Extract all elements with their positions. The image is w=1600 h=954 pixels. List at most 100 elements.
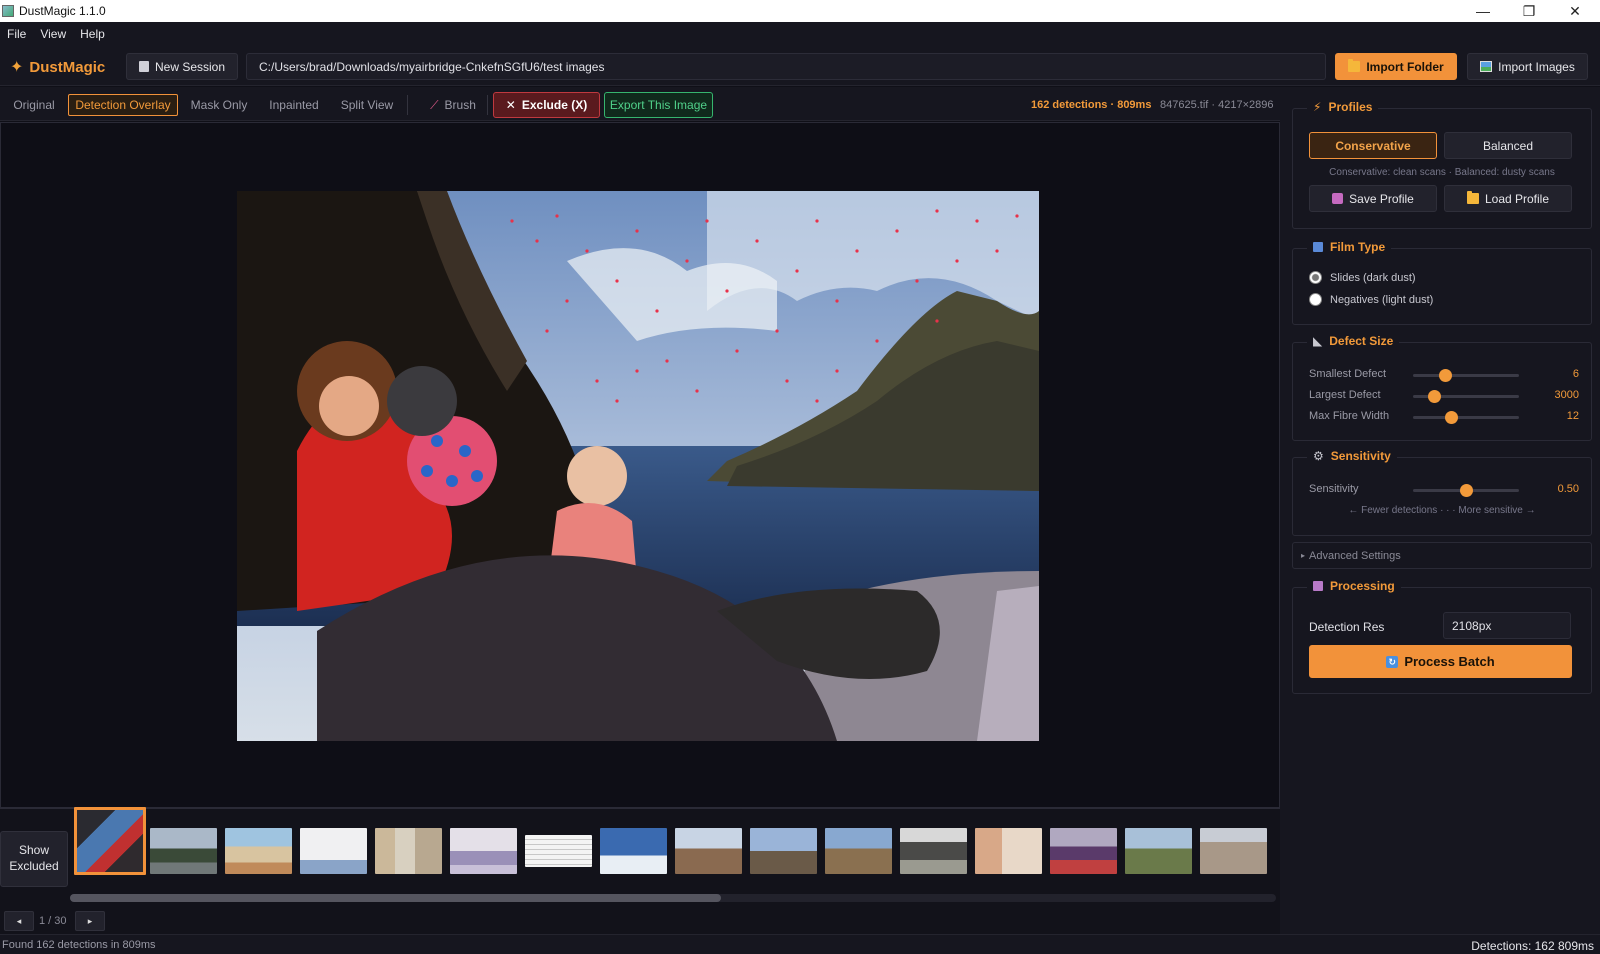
film-type-option-label: Slides (dark dust) [1330,271,1416,284]
import-folder-button[interactable]: Import Folder [1335,53,1457,80]
exclude-button[interactable]: ✕ Exclude (X) [493,92,600,118]
folder-icon [1348,59,1361,72]
slider-knob[interactable] [1438,369,1452,382]
save-profile-button[interactable]: Save Profile [1309,185,1437,212]
image-icon [1480,61,1493,72]
thumbnail[interactable] [975,828,1042,874]
file-info: 847625.tif · 4217×2896 [1160,99,1274,111]
conservative-profile-button[interactable]: Conservative [1309,132,1437,159]
process-batch-label: Process Batch [1404,654,1495,669]
defect-size-group: ◣ Defect Size Smallest Defect 6 Largest … [1292,334,1592,441]
thumbnail[interactable] [300,828,367,874]
menu-view[interactable]: View [40,27,66,41]
tab-mask-only[interactable]: Mask Only [189,94,249,116]
thumbnail[interactable] [375,828,442,874]
tab-split-view[interactable]: Split View [339,94,395,116]
thumbnail[interactable] [825,828,892,874]
close-window-button[interactable]: ✕ [1552,0,1598,22]
sensitivity-group: ⚙ Sensitivity Sensitivity 0.50 ← Fewer d… [1292,449,1592,536]
load-profile-button[interactable]: Load Profile [1444,185,1572,212]
brush-tool[interactable]: ⟋ Brush [423,94,483,116]
slider-value: 0.50 [1557,483,1579,495]
profiles-title-label: Profiles [1328,100,1373,114]
profiles-group: ⚡ Profiles Conservative Balanced Conserv… [1292,100,1592,229]
thumbnail[interactable] [150,828,217,874]
export-image-button[interactable]: Export This Image [604,92,713,118]
max-fibre-width-slider[interactable]: Max Fibre Width 12 [1309,409,1579,425]
slider-knob[interactable] [1445,411,1459,424]
save-profile-label: Save Profile [1349,191,1414,206]
menu-file[interactable]: File [7,27,26,41]
radio-button[interactable] [1309,271,1322,284]
prev-image-button[interactable]: ◂ [4,911,34,931]
slider-track[interactable] [1413,411,1519,424]
maximize-button[interactable]: ❐ [1506,0,1552,22]
thumbnail[interactable] [74,807,146,875]
filmstrip-scroll-thumb[interactable] [70,894,722,902]
brand-name: DustMagic [29,58,106,76]
thumbnail[interactable] [450,828,517,874]
status-bar: Found 162 detections in 809ms Detections… [0,934,1600,954]
status-message: Found 162 detections in 809ms [2,939,156,951]
new-session-button[interactable]: New Session [126,53,238,80]
largest-defect-slider[interactable]: Largest Defect 3000 [1309,388,1579,404]
preview-image[interactable] [237,191,1039,741]
thumbnail[interactable] [1050,828,1117,874]
tab-detection-overlay[interactable]: Detection Overlay [68,94,178,116]
slider-knob[interactable] [1428,390,1442,403]
slider-label: Sensitivity [1309,483,1359,495]
profiles-hint: Conservative: clean scans · Balanced: du… [1329,167,1555,178]
film-type-option-negatives[interactable]: Negatives (light dust) [1309,293,1433,306]
thumbnail[interactable] [225,828,292,874]
film-type-option-slides[interactable]: Slides (dark dust) [1309,271,1416,284]
folder-path-input[interactable]: C:/Users/brad/Downloads/myairbridge-Cnke… [246,53,1326,80]
slider-track[interactable] [1413,390,1519,403]
filmstrip-scrollbar[interactable] [70,894,1276,902]
window-title: DustMagic 1.1.0 [19,4,106,18]
processing-title-label: Processing [1330,579,1395,593]
thumbnail[interactable] [750,828,817,874]
brand: ✦ DustMagic [10,57,105,77]
slider-label: Smallest Defect [1309,368,1387,380]
tab-inpainted[interactable]: Inpainted [266,94,322,116]
show-excluded-button[interactable]: Show Excluded [0,831,68,887]
processing-group: Processing Detection Res 2108px ↻ Proces… [1292,579,1592,694]
thumbnail[interactable] [900,828,967,874]
minimize-button[interactable]: — [1460,0,1506,22]
advanced-settings-label: Advanced Settings [1309,549,1401,562]
advanced-settings-toggle[interactable]: ▸ Advanced Settings [1292,542,1592,569]
film-type-group: Film Type Slides (dark dust) Negatives (… [1292,240,1592,325]
slider-track[interactable] [1413,484,1519,497]
save-icon [1332,193,1344,204]
smallest-defect-slider[interactable]: Smallest Defect 6 [1309,367,1579,383]
slider-label: Max Fibre Width [1309,410,1390,422]
main-toolbar: ✦ DustMagic New Session C:/Users/brad/Do… [0,46,1600,86]
sensitivity-hint: ← Fewer detections · · · More sensitive … [1348,505,1536,516]
sensitivity-title: ⚙ Sensitivity [1307,449,1397,463]
tab-original[interactable]: Original [10,94,58,116]
slider-knob[interactable] [1460,484,1473,497]
sensitivity-slider[interactable]: Sensitivity 0.50 [1309,482,1579,498]
divider [487,95,488,115]
profiles-title: ⚡ Profiles [1307,100,1379,114]
thumbnail[interactable] [675,828,742,874]
close-icon: ✕ [505,98,516,112]
slider-track[interactable] [1413,369,1519,382]
import-images-button[interactable]: Import Images [1467,53,1588,80]
thumbnail[interactable] [1125,828,1192,874]
thumbnail[interactable] [600,828,667,874]
menu-help[interactable]: Help [80,27,105,41]
view-mode-bar: Original Detection Overlay Mask Only Inp… [0,87,1280,121]
page-indicator: 1 / 30 [39,915,67,927]
film-type-option-label: Negatives (light dust) [1330,293,1434,306]
balanced-profile-button[interactable]: Balanced [1444,132,1572,159]
defect-size-title: ◣ Defect Size [1307,334,1400,348]
detection-res-input[interactable]: 2108px [1443,612,1571,639]
thumbnail[interactable] [525,835,592,867]
next-image-button[interactable]: ▸ [75,911,105,931]
radio-button[interactable] [1309,293,1322,306]
process-batch-button[interactable]: ↻ Process Batch [1309,645,1572,678]
thumbnail[interactable] [1200,828,1267,874]
gear-icon: ⚙ [1313,449,1324,463]
image-canvas[interactable] [0,122,1280,808]
